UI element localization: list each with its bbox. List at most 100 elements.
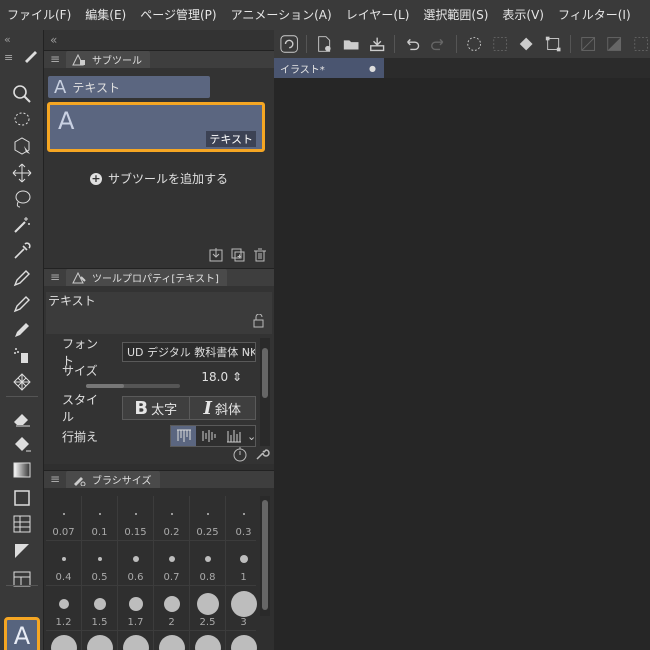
spinner-icon[interactable]: ⇕: [228, 370, 242, 384]
italic-button[interactable]: I 斜体: [190, 397, 256, 419]
new-file-icon[interactable]: [315, 34, 333, 54]
crop-icon[interactable]: [632, 34, 650, 54]
menu-grip-icon[interactable]: ≡: [4, 51, 13, 64]
size-slider[interactable]: [86, 384, 180, 388]
align-top-button[interactable]: [171, 426, 197, 446]
brush-size-cell[interactable]: [82, 631, 117, 650]
subtool-group-text[interactable]: A テキスト: [48, 76, 210, 98]
reset-icon[interactable]: [232, 446, 248, 462]
align-center-button[interactable]: [196, 426, 221, 446]
wrench-icon[interactable]: [254, 446, 270, 462]
panel-menu-icon[interactable]: ≡: [44, 50, 66, 68]
move-tool-button[interactable]: [9, 161, 35, 185]
brush-size-cell[interactable]: [190, 631, 225, 650]
brush-size-cell[interactable]: 0.5: [82, 541, 117, 585]
brush-size-cell[interactable]: 0.07: [46, 496, 81, 540]
clear-selection-icon[interactable]: [579, 34, 597, 54]
property-scrollbar[interactable]: [260, 338, 270, 446]
brush-size-cell[interactable]: 0.6: [118, 541, 153, 585]
gradient-tool-button[interactable]: [9, 458, 35, 482]
brush-size-cell[interactable]: 0.7: [154, 541, 189, 585]
redo-icon[interactable]: [429, 34, 447, 54]
menu-item[interactable]: ファイル(F): [0, 0, 78, 30]
select-all-icon[interactable]: [491, 34, 509, 54]
brush-size-cell[interactable]: 1.2: [46, 586, 81, 630]
eyedropper-tool-button[interactable]: [9, 239, 35, 263]
pen-tool-button[interactable]: [9, 266, 35, 290]
brush-size-cell[interactable]: 2: [154, 586, 189, 630]
zoom-tool-button[interactable]: [9, 82, 35, 106]
app-logo-icon[interactable]: [280, 34, 298, 54]
magic-wand-tool-button[interactable]: [9, 213, 35, 237]
align-bottom-button[interactable]: [222, 426, 247, 446]
brush-size-cell[interactable]: 0.15: [118, 496, 153, 540]
canvas-area[interactable]: [274, 78, 650, 650]
unlock-icon[interactable]: [252, 314, 266, 328]
brush-size-cell[interactable]: 0.4: [46, 541, 81, 585]
menu-item[interactable]: レイヤー(L): [339, 0, 417, 30]
invert-selection-icon[interactable]: [605, 34, 623, 54]
brush-size-cell[interactable]: 0.25: [190, 496, 225, 540]
brush-size-cell[interactable]: [226, 631, 261, 650]
brush-size-cell[interactable]: 0.2: [154, 496, 189, 540]
brush-size-scrollbar[interactable]: [260, 496, 270, 616]
eraser-tool-button[interactable]: [9, 406, 35, 430]
pencil-tool-button[interactable]: [9, 292, 35, 316]
scrollbar-thumb[interactable]: [262, 500, 268, 610]
layout-tool-button[interactable]: [9, 567, 35, 591]
text-tool-button[interactable]: A: [4, 617, 40, 650]
subtool-item-text[interactable]: A テキスト: [47, 102, 265, 152]
menu-item[interactable]: 編集(E): [78, 0, 133, 30]
brush-size-cell[interactable]: 2.5: [190, 586, 225, 630]
close-dot-icon[interactable]: ●: [369, 64, 376, 73]
chevron-down-icon[interactable]: ⌄: [247, 426, 256, 446]
brush-size-cell[interactable]: 0.1: [82, 496, 117, 540]
open-folder-icon[interactable]: [342, 34, 360, 54]
import-icon[interactable]: [208, 247, 224, 263]
brush-tool-button[interactable]: [9, 318, 35, 342]
brush-size-cell[interactable]: [154, 631, 189, 650]
loading-icon[interactable]: [465, 34, 483, 54]
trash-icon[interactable]: [252, 247, 268, 263]
frame-tool-button[interactable]: [9, 512, 35, 536]
object-select-tool-button[interactable]: [9, 134, 35, 158]
add-subtool-button[interactable]: + サブツールを追加する: [44, 170, 274, 187]
panel-menu-icon[interactable]: ≡: [44, 268, 66, 286]
ruler-tool-button[interactable]: [9, 539, 35, 563]
lasso-select-tool-button[interactable]: [9, 108, 35, 132]
menu-item[interactable]: フィルター(I): [551, 0, 638, 30]
brush-size-cell[interactable]: 1.5: [82, 586, 117, 630]
panel-menu-icon[interactable]: ≡: [44, 470, 66, 488]
tab-tool-property[interactable]: ツールプロパティ[テキスト]: [66, 269, 227, 286]
tab-brush-size[interactable]: ブラシサイズ: [66, 471, 160, 488]
menu-item[interactable]: 選択範囲(S): [416, 0, 495, 30]
decoration-tool-button[interactable]: [9, 370, 35, 394]
spray-tool-button[interactable]: [9, 343, 35, 367]
brush-size-cell[interactable]: 0.3: [226, 496, 261, 540]
brush-size-cell[interactable]: 1: [226, 541, 261, 585]
save-icon[interactable]: [368, 34, 386, 54]
brush-size-cell[interactable]: 3: [226, 586, 261, 630]
menu-item[interactable]: 表示(V): [495, 0, 551, 30]
fill-bucket-icon[interactable]: [517, 34, 535, 54]
font-select[interactable]: UD デジタル 教科書体 NK-R ⌄: [122, 342, 256, 362]
menu-item[interactable]: ページ管理(P): [133, 0, 223, 30]
scrollbar-thumb[interactable]: [262, 348, 268, 398]
undo-icon[interactable]: [403, 34, 421, 54]
collapse-panel-icon[interactable]: «: [50, 33, 57, 47]
bold-button[interactable]: B 太字: [123, 397, 190, 419]
figure-tool-button[interactable]: [9, 486, 35, 510]
menu-item[interactable]: アニメーション(A): [224, 0, 339, 30]
tab-subtool[interactable]: サブツール: [66, 51, 150, 68]
brush-size-cell[interactable]: [46, 631, 81, 650]
brush-size-cell[interactable]: 1.7: [118, 586, 153, 630]
brush-size-cell[interactable]: [118, 631, 153, 650]
size-value[interactable]: 18.0 ⇕: [201, 370, 242, 384]
tab-canvas[interactable]: イラスト* ●: [274, 58, 384, 78]
lasso-tool-button[interactable]: [9, 187, 35, 211]
collapse-left-icon[interactable]: «: [4, 33, 11, 46]
brush-size-cell[interactable]: 0.8: [190, 541, 225, 585]
transform-icon[interactable]: [544, 34, 562, 54]
fill-tool-button[interactable]: [9, 432, 35, 456]
duplicate-icon[interactable]: [230, 247, 246, 263]
